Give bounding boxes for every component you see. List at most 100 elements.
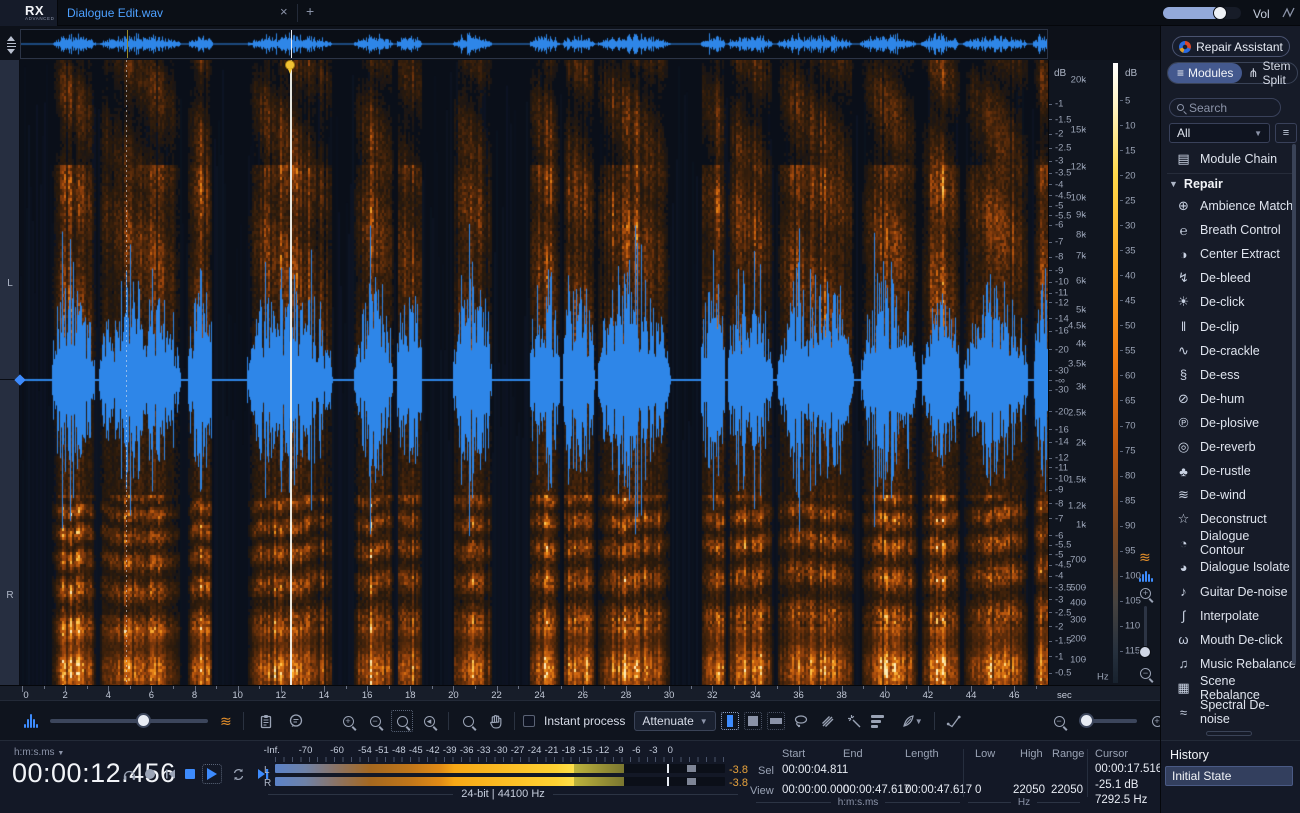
comment-icon[interactable] [285, 710, 307, 732]
feather-dropdown-icon[interactable]: ▼ [915, 717, 923, 726]
panel-resize-handle[interactable] [1206, 731, 1252, 736]
playhead-pin[interactable] [284, 60, 297, 74]
gain-tool-icon[interactable] [871, 710, 893, 732]
loop-button[interactable] [229, 763, 247, 785]
instant-process-tool-icon[interactable] [943, 710, 965, 732]
meter-peak-left[interactable]: -3.8 [729, 764, 748, 776]
repair-assistant-button[interactable]: Repair Assistant [1172, 36, 1290, 57]
process-mode-select[interactable]: Attenuate ▼ [634, 711, 715, 731]
module-item-de-reverb[interactable]: ◎De-reverb [1161, 435, 1297, 459]
module-item-dialogue-contour[interactable]: ◔Dialogue Contour [1161, 531, 1297, 555]
module-item-de-click[interactable]: ☀De-click [1161, 290, 1297, 314]
play-button[interactable] [202, 764, 222, 784]
spectrogram-db-scale-header: dB [1125, 68, 1137, 79]
horizontal-zoom-out-icon[interactable]: − [1048, 710, 1070, 732]
clipboard-icon[interactable] [255, 710, 277, 732]
module-item-de-wind[interactable]: ≋De-wind [1161, 483, 1297, 507]
zoom-in-icon[interactable]: + [337, 710, 359, 732]
waveform-view-icon[interactable] [1139, 568, 1153, 582]
high-frequency-value[interactable]: 22050 [998, 784, 1045, 796]
time-format-label[interactable]: h:m:s.ms ▼ [14, 747, 64, 758]
zoom-reset-icon[interactable]: ◂ [418, 710, 440, 732]
waveform-db-label: -16 [1055, 424, 1069, 435]
return-to-start-button[interactable] [162, 763, 178, 785]
panel-menu-button[interactable]: ≡ [1275, 123, 1297, 143]
stop-button[interactable] [185, 769, 195, 779]
search-icon [1177, 104, 1184, 111]
zoom-out-icon[interactable]: − [364, 710, 386, 732]
module-item-scene-rebalance[interactable]: ▦Scene Rebalance [1161, 676, 1297, 700]
module-list-scrollbar[interactable] [1292, 144, 1296, 664]
module-item-music-rebalance[interactable]: ♫Music Rebalance [1161, 652, 1297, 676]
brush-tool-icon[interactable] [817, 710, 839, 732]
frequency-selection-tool[interactable] [767, 712, 785, 730]
meter-scale-label: -70 [299, 745, 313, 756]
selection-start-value[interactable]: 00:00:04.811 [782, 764, 848, 776]
search-placeholder: Search [1189, 101, 1227, 115]
new-tab-button[interactable]: + [306, 3, 314, 19]
low-frequency-value[interactable]: 0 [975, 784, 981, 796]
monitor-icon[interactable] [120, 763, 138, 785]
spectrogram-canvas[interactable] [20, 60, 1048, 685]
module-item-center-extract[interactable]: ◑Center Extract [1161, 242, 1297, 266]
module-item-deconstruct[interactable]: ☆Deconstruct [1161, 507, 1297, 531]
module-item-dialogue-isolate[interactable]: ◕Dialogue Isolate [1161, 555, 1297, 579]
signal-flow-icon[interactable] [1281, 5, 1297, 21]
overview-collapse-control[interactable] [4, 34, 18, 56]
spectrogram-view-icon[interactable]: ≋ [1139, 550, 1151, 564]
vertical-zoom-out-icon[interactable]: − [1140, 668, 1151, 679]
overview-waveform-canvas[interactable] [21, 30, 1047, 58]
view-end-value[interactable]: 00:00:47.617 [843, 784, 910, 796]
overview-waveform[interactable] [20, 29, 1048, 59]
vertical-zoom-slider-handle[interactable] [1139, 646, 1151, 658]
de-plosive-icon: ℗ [1176, 415, 1191, 430]
tab-close-icon[interactable]: × [280, 4, 288, 19]
module-item-de-plosive[interactable]: ℗De-plosive [1161, 411, 1297, 435]
module-item-de-bleed[interactable]: ↯De-bleed [1161, 266, 1297, 290]
module-chain-item[interactable]: ▤ Module Chain [1161, 147, 1297, 171]
waveform-db-label: -20 [1055, 406, 1069, 417]
waveform-blend-icon[interactable] [24, 714, 38, 728]
category-filter-select[interactable]: All ▼ [1169, 123, 1270, 143]
record-button[interactable] [145, 769, 155, 779]
module-item-de-ess[interactable]: §De-ess [1161, 363, 1297, 387]
waveform-db-label: -1.5 [1055, 636, 1071, 647]
volume-slider-handle[interactable] [1213, 6, 1227, 20]
spectrogram-blend-icon[interactable]: ≋ [220, 714, 232, 728]
range-frequency-value[interactable]: 22050 [1041, 784, 1083, 796]
module-item-mouth-de-click[interactable]: ωMouth De-click [1161, 628, 1297, 652]
module-item-ambience-match[interactable]: ⊕Ambience Match [1161, 194, 1297, 218]
instant-process-checkbox[interactable] [523, 715, 535, 727]
feather-tool-icon[interactable]: ▼ [898, 710, 926, 732]
view-start-value[interactable]: 00:00:00.000 [782, 784, 849, 796]
repair-section-header[interactable]: ▼ Repair [1169, 177, 1223, 191]
tab-stem-split[interactable]: ⋔ Stem Split [1242, 59, 1297, 87]
module-item-de-rustle[interactable]: ♣De-rustle [1161, 459, 1297, 483]
magic-wand-icon[interactable] [844, 710, 866, 732]
horizontal-zoom-slider[interactable] [1079, 719, 1137, 723]
horizontal-zoom-slider-handle[interactable] [1079, 713, 1094, 728]
hand-tool-icon[interactable] [484, 710, 506, 732]
module-item-guitar-de-noise[interactable]: ♪Guitar De-noise [1161, 580, 1297, 604]
vertical-zoom-in-icon[interactable]: + [1140, 588, 1151, 599]
history-item[interactable]: Initial State [1165, 766, 1293, 786]
time-frequency-selection-tool[interactable] [744, 712, 762, 730]
module-item-de-clip[interactable]: ‖De-clip [1161, 314, 1297, 338]
spectrogram-waveform-blend-slider[interactable] [50, 719, 208, 723]
time-selection-tool[interactable] [721, 712, 739, 730]
volume-slider[interactable] [1163, 7, 1241, 19]
module-item-interpolate[interactable]: ∫Interpolate [1161, 604, 1297, 628]
magnify-tool-icon[interactable] [457, 710, 479, 732]
module-item-de-crackle[interactable]: ∿De-crackle [1161, 339, 1297, 363]
zoom-selection-icon[interactable] [391, 710, 413, 732]
lasso-tool-icon[interactable] [790, 710, 812, 732]
waveform-db-label: -4 [1055, 571, 1063, 582]
module-item-spectral-de-noise[interactable]: ≈Spectral De-noise [1161, 700, 1297, 724]
time-ruler[interactable]: sec 024681012141618202224262830323436384… [0, 685, 1160, 700]
tab-dialogue-edit[interactable]: Dialogue Edit.wav [67, 6, 163, 20]
tab-modules[interactable]: ≡ Modules [1168, 63, 1242, 83]
module-item-breath-control[interactable]: ℮Breath Control [1161, 218, 1297, 242]
blend-slider-handle[interactable] [136, 713, 151, 728]
module-search-input[interactable]: Search [1169, 98, 1281, 117]
module-item-de-hum[interactable]: ⊘De-hum [1161, 387, 1297, 411]
